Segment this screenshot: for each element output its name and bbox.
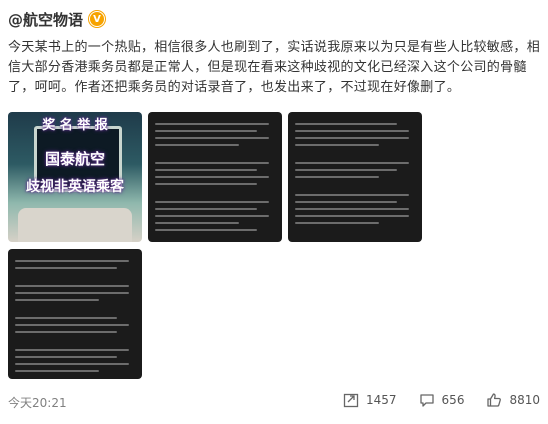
image-thumbnail-photo[interactable]: 奖 名 举 报 国泰航空 歧视非英语乘客 bbox=[8, 112, 142, 242]
image-thumbnail-text-4[interactable] bbox=[8, 249, 142, 379]
post-footer: 今天20:21 1457 656 8810 bbox=[8, 392, 540, 412]
photo-caption-3: 歧视非英语乘客 bbox=[26, 179, 124, 195]
photo-caption-1: 奖 名 举 报 bbox=[42, 118, 108, 133]
photo-caption-2: 国泰航空 bbox=[44, 150, 105, 168]
airplane-seat bbox=[18, 208, 132, 242]
like-count: 8810 bbox=[509, 393, 540, 407]
text-screenshot bbox=[8, 249, 142, 379]
share-button[interactable]: 1457 bbox=[343, 392, 397, 408]
image-thumbnail-text-3[interactable] bbox=[288, 112, 422, 242]
image-thumbnail-text-2[interactable] bbox=[148, 112, 282, 242]
post-text: 今天某书上的一个热贴，相信很多人也刷到了，实话说我原来以为只是有些人比较敏感，相… bbox=[8, 40, 541, 95]
like-icon bbox=[487, 393, 502, 407]
share-icon bbox=[343, 393, 359, 408]
post-timestamp[interactable]: 今天20:21 bbox=[8, 394, 67, 411]
comment-icon bbox=[419, 394, 434, 407]
username[interactable]: @航空物语 bbox=[8, 9, 83, 30]
image-grid: 奖 名 举 报 国泰航空 歧视非英语乘客 bbox=[8, 112, 428, 384]
like-button[interactable]: 8810 bbox=[486, 392, 540, 408]
text-screenshot bbox=[288, 112, 422, 235]
weibo-post: @航空物语 V 今天某书上的一个热贴，相信很多人也刷到了，实话说我原来以为只是有… bbox=[0, 0, 548, 424]
action-bar: 1457 656 8810 bbox=[321, 392, 540, 408]
verified-badge-icon: V bbox=[89, 11, 106, 27]
comment-count: 656 bbox=[441, 393, 465, 407]
comment-button[interactable]: 656 bbox=[419, 392, 465, 408]
text-screenshot bbox=[148, 112, 282, 242]
post-header: @航空物语 V bbox=[8, 8, 106, 30]
share-count: 1457 bbox=[366, 393, 397, 407]
